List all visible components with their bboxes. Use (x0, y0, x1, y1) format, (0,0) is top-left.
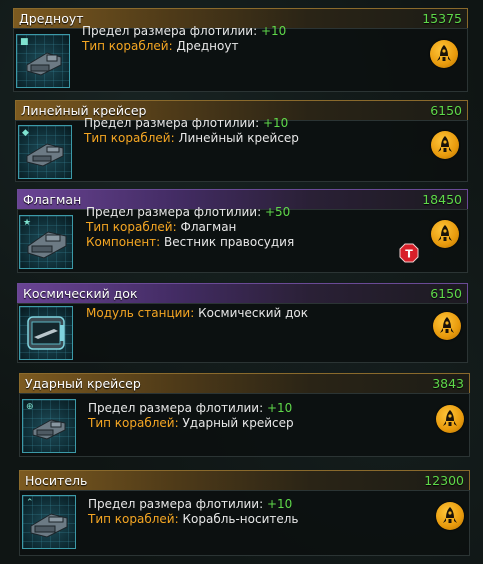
ship-type-label: Тип кораблей: (84, 131, 175, 145)
rocket-icon[interactable] (436, 405, 464, 433)
card-text: Модуль станции: Космический док (86, 306, 308, 321)
fleet-limit-value: +10 (266, 401, 293, 415)
ship-type-value: Корабль-носитель (182, 512, 299, 526)
card-carrier[interactable]: Носитель 12300 ⌃ Предел размера флотилии… (19, 470, 470, 556)
ship-type-label: Тип кораблей: (88, 512, 179, 526)
card-cost: 15375 (422, 11, 462, 26)
ship-type-value: Флагман (180, 220, 237, 234)
station-thumbnail (19, 306, 73, 360)
card-cost: 6150 (430, 103, 462, 118)
card-flagship[interactable]: Флагман 18450 ★ Предел размера флотилии:… (17, 189, 468, 273)
card-header: Космический док 6150 (17, 283, 468, 303)
ship-thumbnail: ■ (16, 34, 70, 88)
fleet-limit-label: Предел размера флотилии: (88, 497, 264, 511)
ship-type-value: Ударный крейсер (182, 416, 294, 430)
component-badge-icon[interactable]: T (399, 243, 419, 263)
card-cost: 6150 (430, 286, 462, 301)
ship-type-value: Линейный крейсер (178, 131, 299, 145)
station-module-label: Модуль станции: (86, 306, 195, 320)
rocket-icon[interactable] (433, 312, 461, 340)
card-title: Дредноут (19, 11, 84, 26)
ship-thumbnail: ★ (19, 215, 73, 269)
card-title: Космический док (23, 286, 138, 301)
card-title: Флагман (23, 192, 82, 207)
rocket-icon[interactable] (431, 220, 459, 248)
card-text: Предел размера флотилии: +10 Тип корабле… (88, 497, 299, 527)
card-title: Ударный крейсер (25, 376, 141, 391)
ship-type-label: Тип кораблей: (88, 416, 179, 430)
card-battlecruiser[interactable]: Линейный крейсер 6150 ◆ Предел размера ф… (15, 100, 468, 182)
card-cost: 3843 (432, 376, 464, 391)
rocket-icon[interactable] (431, 131, 459, 159)
card-text: Предел размера флотилии: +10 Тип корабле… (84, 116, 299, 146)
badge-letter: T (405, 248, 413, 261)
fleet-limit-label: Предел размера флотилии: (82, 24, 258, 38)
ship-type-label: Тип кораблей: (82, 39, 173, 53)
card-text: Предел размера флотилии: +10 Тип корабле… (88, 401, 294, 431)
fleet-limit-value: +50 (264, 205, 291, 219)
fleet-limit-label: Предел размера флотилии: (88, 401, 264, 415)
ship-thumbnail: ◆ (18, 125, 72, 179)
ship-thumbnail: ⊕ (22, 399, 76, 453)
ship-thumbnail: ⌃ (22, 495, 76, 549)
fleet-limit-value: +10 (262, 116, 289, 130)
component-value: Вестник правосудия (164, 235, 295, 249)
fleet-limit-value: +10 (260, 24, 287, 38)
rocket-icon[interactable] (430, 40, 458, 68)
fleet-limit-label: Предел размера флотилии: (86, 205, 262, 219)
fleet-limit-value: +10 (266, 497, 293, 511)
station-module-value: Космический док (198, 306, 309, 320)
card-header: Ударный крейсер 3843 (19, 373, 470, 393)
card-cost: 18450 (422, 192, 462, 207)
ship-type-label: Тип кораблей: (86, 220, 177, 234)
card-text: Предел размера флотилии: +50 Тип корабле… (86, 205, 294, 250)
card-title: Носитель (25, 473, 88, 488)
card-text: Предел размера флотилии: +10 Тип корабле… (82, 24, 286, 54)
ship-type-value: Дредноут (176, 39, 239, 53)
card-space-dock[interactable]: Космический док 6150 Модуль станции: Кос… (17, 283, 468, 363)
rocket-icon[interactable] (436, 502, 464, 530)
fleet-limit-label: Предел размера флотилии: (84, 116, 260, 130)
card-dreadnought[interactable]: Дредноут 15375 ■ Предел размера флотилии… (13, 8, 468, 92)
card-cost: 12300 (424, 473, 464, 488)
component-label: Компонент: (86, 235, 161, 249)
card-header: Носитель 12300 (19, 470, 470, 490)
card-strike-cruiser[interactable]: Ударный крейсер 3843 ⊕ Предел размера фл… (19, 373, 470, 457)
